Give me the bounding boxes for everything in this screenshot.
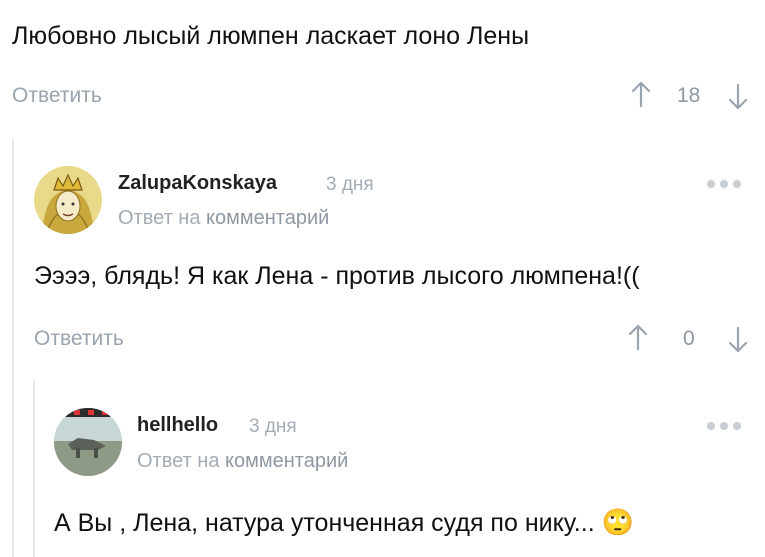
reply-to-prefix: Ответ на [137, 450, 220, 472]
comment-2-text: Ээээ, блядь! Я как Лена - против лысого … [34, 262, 640, 290]
comment-3-username[interactable]: hellhello [137, 414, 218, 437]
downvote-arrow-icon[interactable] [727, 326, 749, 354]
thread-line-level-2 [33, 380, 35, 557]
avatar-photo[interactable] [54, 408, 122, 476]
reply-to-prefix: Ответ на [118, 207, 201, 229]
comment-1-text: Любовно лысый люмпен ласкает лоно Лены [12, 22, 530, 50]
upvote-arrow-icon[interactable] [630, 80, 652, 108]
more-dots-icon[interactable] [707, 180, 741, 188]
comment-3-text-content: А Вы , Лена, натура утонченная судя по н… [54, 509, 595, 537]
comment-1-vote-count: 18 [677, 84, 701, 107]
comment-2-time: 3 дня [326, 174, 374, 195]
rolling-eyes-emoji: 🙄 [601, 507, 634, 537]
comment-2-vote-count: 0 [683, 327, 695, 350]
comment-3-time: 3 дня [249, 416, 297, 437]
avatar-queen[interactable] [34, 166, 102, 234]
comment-1-reply-button[interactable]: Ответить [12, 84, 102, 108]
reply-to-comment-link[interactable]: комментарий [225, 450, 348, 472]
downvote-arrow-icon[interactable] [727, 83, 749, 111]
thread-line-level-1 [12, 139, 14, 557]
comment-2-reply-to: Ответ на комментарий [118, 207, 329, 230]
comment-3-reply-to: Ответ на комментарий [137, 450, 348, 473]
queen-avatar-icon [34, 166, 102, 234]
comment-2-reply-button[interactable]: Ответить [34, 327, 124, 351]
comment-3-text: А Вы , Лена, натура утонченная судя по н… [54, 507, 634, 538]
upvote-arrow-icon[interactable] [627, 323, 649, 351]
more-dots-icon[interactable] [707, 422, 741, 430]
comment-2-username[interactable]: ZalupaKonskaya [118, 172, 277, 195]
reply-to-comment-link[interactable]: комментарий [206, 207, 329, 229]
photo-avatar-icon [54, 408, 122, 476]
